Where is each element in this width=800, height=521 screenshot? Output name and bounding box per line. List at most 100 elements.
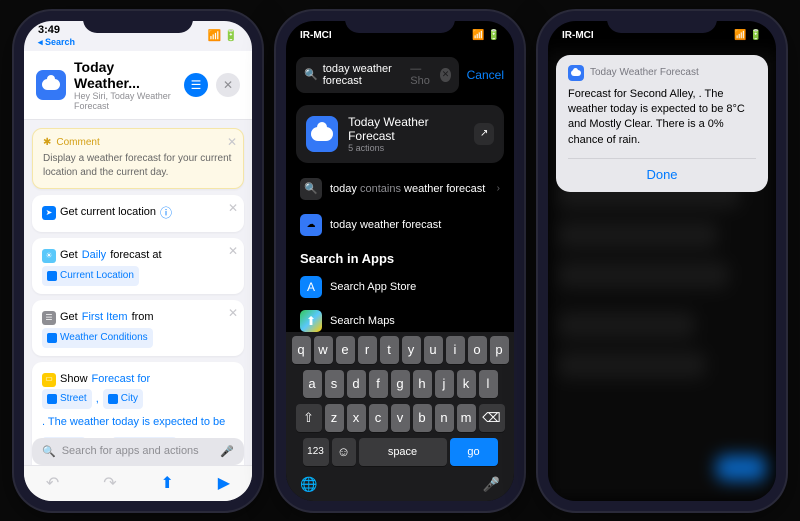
dictation-key[interactable]: 🎤 [483, 476, 500, 493]
key-e[interactable]: e [336, 336, 355, 364]
disclosure-icon[interactable]: ⓘ [160, 203, 172, 225]
key-u[interactable]: u [424, 336, 443, 364]
key-p[interactable]: p [490, 336, 509, 364]
param-daily[interactable]: Daily [82, 246, 106, 266]
time: 3:49 [38, 24, 60, 36]
maps-icon: ⬆ [300, 310, 322, 332]
shortcut-icon [36, 70, 66, 100]
key-c[interactable]: c [369, 404, 388, 432]
shift-key[interactable]: ⇧ [296, 404, 322, 432]
share-button[interactable]: ⬆ [160, 473, 173, 493]
open-button[interactable]: ↗ [474, 123, 494, 145]
shortcut-icon: ☁ [300, 214, 322, 236]
remove-action-button[interactable]: ✕ [227, 135, 237, 149]
globe-key[interactable]: 🌐 [300, 476, 317, 493]
list-icon: ☰ [42, 311, 56, 325]
key-v[interactable]: v [391, 404, 410, 432]
key-y[interactable]: y [402, 336, 421, 364]
key-h[interactable]: h [413, 370, 432, 398]
weather-action[interactable]: ☀ Get Daily forecast at Current Location… [32, 238, 244, 294]
back-link[interactable]: ◂ Search [38, 37, 75, 47]
key-z[interactable]: z [325, 404, 344, 432]
remove-action-button[interactable]: ✕ [228, 306, 238, 320]
phone-notification: IR-MCI 📶 🔋 Today Weather Forecast Foreca… [538, 11, 786, 511]
search-app-store[interactable]: A Search App Store [296, 270, 504, 304]
key-i[interactable]: i [446, 336, 465, 364]
list-action[interactable]: ☰ Get First Item from Weather Conditions… [32, 300, 244, 356]
suggestion-row[interactable]: ☁ today weather forecast [296, 207, 504, 243]
chevron-right-icon: › [497, 183, 500, 194]
mic-icon[interactable]: 🎤 [220, 445, 234, 458]
key-k[interactable]: k [457, 370, 476, 398]
clear-button[interactable]: ✕ [440, 68, 450, 82]
key-a[interactable]: a [303, 370, 322, 398]
remove-action-button[interactable]: ✕ [228, 201, 238, 215]
search-icon: 🔍 [300, 178, 322, 200]
search-icon: 🔍 [304, 68, 318, 81]
phone-shortcuts-editor: 3:49 ◂ Search 📶 🔋 Today Weather... Hey S… [14, 11, 262, 511]
numbers-key[interactable]: 123 [303, 438, 329, 466]
suggestion-row[interactable]: 🔍 today contains weather forecast › [296, 171, 504, 207]
undo-button[interactable]: ↶ [46, 473, 59, 493]
key-x[interactable]: x [347, 404, 366, 432]
comment-icon: ✱ [43, 137, 51, 148]
key-r[interactable]: r [358, 336, 377, 364]
notch [607, 11, 717, 33]
result-notification: Today Weather Forecast Forecast for Seco… [556, 55, 768, 193]
token-street[interactable]: Street [42, 389, 92, 409]
token-location[interactable]: Current Location [42, 266, 139, 286]
cancel-button[interactable]: Cancel [467, 68, 504, 82]
remove-action-button[interactable]: ✕ [228, 244, 238, 258]
close-button[interactable]: ✕ [216, 73, 240, 97]
status-icons: 📶 🔋 [472, 30, 500, 41]
done-button[interactable]: Done [568, 158, 756, 182]
key-w[interactable]: w [314, 336, 333, 364]
settings-button[interactable]: ☰ [184, 73, 208, 97]
emoji-key[interactable]: ☺ [332, 438, 356, 466]
action-search[interactable]: 🔍 Search for apps and actions 🎤 [32, 438, 244, 465]
spotlight-search-field[interactable]: 🔍 today weather forecast — Sho ✕ [296, 57, 459, 93]
app-store-icon: A [300, 276, 322, 298]
token-city[interactable]: City [103, 389, 143, 409]
run-button[interactable]: ▶ [218, 473, 230, 493]
phone-spotlight: IR-MCI 📶 🔋 🔍 today weather forecast — Sh… [276, 11, 524, 511]
key-f[interactable]: f [369, 370, 388, 398]
location-action[interactable]: ➤ Get current location ⓘ ✕ [32, 195, 244, 233]
token-weather[interactable]: Weather Conditions [42, 328, 153, 348]
show-icon: ▭ [42, 373, 56, 387]
key-l[interactable]: l [479, 370, 498, 398]
key-g[interactable]: g [391, 370, 410, 398]
backspace-key[interactable]: ⌫ [479, 404, 505, 432]
key-n[interactable]: n [435, 404, 454, 432]
weather-icon: ☀ [42, 249, 56, 263]
key-b[interactable]: b [413, 404, 432, 432]
key-q[interactable]: q [292, 336, 311, 364]
key-d[interactable]: d [347, 370, 366, 398]
comment-action[interactable]: ✱Comment Display a weather forecast for … [32, 128, 244, 189]
param-first[interactable]: First Item [82, 308, 128, 328]
key-t[interactable]: t [380, 336, 399, 364]
shortcut-icon [568, 65, 584, 81]
key-m[interactable]: m [457, 404, 476, 432]
shortcut-icon [306, 116, 338, 152]
key-o[interactable]: o [468, 336, 487, 364]
section-header: Search in Apps [296, 243, 504, 270]
status-icons: 📶 🔋 [734, 30, 762, 41]
notification-title: Today Weather Forecast [590, 67, 699, 78]
keyboard: qwertyuiop asdfghjkl ⇧ zxcvbnm ⌫ 123 ☺ s… [286, 332, 514, 501]
notch [83, 11, 193, 33]
shortcut-header: Today Weather... Hey Siri, Today Weather… [24, 51, 252, 120]
notch [345, 11, 455, 33]
location-icon: ➤ [42, 206, 56, 220]
status-icons: 📶 🔋 [208, 29, 238, 42]
shortcut-subtitle: Hey Siri, Today Weather Forecast [74, 91, 176, 111]
key-s[interactable]: s [325, 370, 344, 398]
space-key[interactable]: space [359, 438, 447, 466]
redo-button[interactable]: ↷ [103, 473, 116, 493]
shortcut-title: Today Weather... [74, 59, 176, 91]
toolbar: ↶ ↷ ⬆ ▶ [24, 465, 252, 501]
key-j[interactable]: j [435, 370, 454, 398]
search-icon: 🔍 [42, 445, 56, 458]
go-key[interactable]: go [450, 438, 498, 466]
top-hit[interactable]: Today Weather Forecast 5 actions ↗ [296, 105, 504, 163]
